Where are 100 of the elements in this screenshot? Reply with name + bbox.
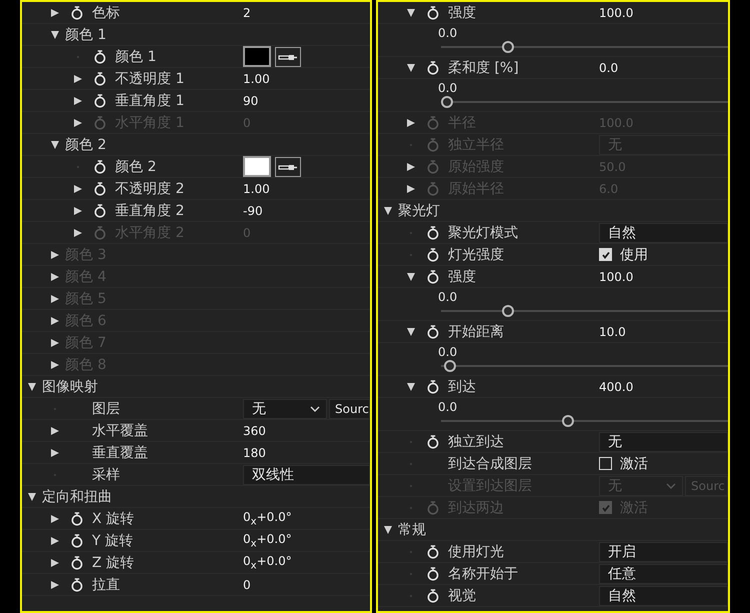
property-value[interactable]: 90 xyxy=(243,94,258,108)
stopwatch-icon[interactable] xyxy=(71,534,83,548)
disclosure-triangle-icon[interactable] xyxy=(407,272,415,280)
stopwatch-icon[interactable] xyxy=(71,512,83,526)
property-value[interactable]: 1.00 xyxy=(243,182,270,196)
eyedropper-icon[interactable] xyxy=(275,156,301,176)
stopwatch-icon[interactable] xyxy=(427,6,439,20)
property-label: Y 旋转 xyxy=(92,532,134,550)
stopwatch-icon[interactable] xyxy=(427,226,439,240)
property-label: 水平覆盖 xyxy=(92,422,148,440)
eyedropper-icon[interactable] xyxy=(275,46,301,66)
stopwatch-icon[interactable] xyxy=(427,270,439,284)
dropdown[interactable]: 开启 xyxy=(599,542,728,562)
dropdown[interactable]: 自然 xyxy=(599,586,728,606)
source-dropdown[interactable]: Sourc xyxy=(329,398,370,418)
stopwatch-icon[interactable] xyxy=(427,324,439,338)
stopwatch-icon[interactable] xyxy=(94,182,106,196)
stopwatch-icon[interactable] xyxy=(71,556,83,570)
disclosure-triangle-icon[interactable] xyxy=(51,558,59,566)
property-value[interactable]: 0$_{x}$+0.0° xyxy=(243,510,292,528)
property-label: 垂直覆盖 xyxy=(92,444,148,462)
disclosure-triangle-icon[interactable] xyxy=(407,382,415,390)
property-value[interactable]: 0.0 xyxy=(599,60,618,74)
slider-thumb[interactable] xyxy=(502,41,514,53)
stopwatch-icon[interactable] xyxy=(94,50,106,64)
group-label: 定向和扭曲 xyxy=(42,488,112,506)
disclosure-triangle-icon[interactable] xyxy=(74,184,82,192)
stopwatch-icon[interactable] xyxy=(427,566,439,580)
stopwatch-icon[interactable] xyxy=(427,248,439,262)
stopwatch-icon[interactable] xyxy=(427,588,439,602)
property-label: 聚光灯模式 xyxy=(448,224,518,242)
stopwatch-icon[interactable] xyxy=(94,160,106,174)
property-value[interactable]: 0 xyxy=(243,578,251,592)
disclosure-triangle-icon[interactable] xyxy=(407,8,415,16)
disclosure-triangle-icon[interactable] xyxy=(28,382,36,390)
dropdown[interactable]: 无 xyxy=(599,432,728,452)
property-value[interactable]: 180 xyxy=(243,446,266,460)
property-label: 视觉 xyxy=(448,586,476,604)
disclosure-triangle-icon[interactable] xyxy=(51,536,59,544)
property-label: 使用灯光 xyxy=(448,542,504,560)
disclosure-triangle-icon[interactable] xyxy=(74,206,82,214)
disclosure-triangle-icon[interactable] xyxy=(384,206,392,214)
disclosure-triangle-icon[interactable] xyxy=(51,580,59,588)
disclosure-triangle-icon[interactable] xyxy=(51,514,59,522)
stopwatch-icon[interactable] xyxy=(94,72,106,86)
property-label: 名称开始于 xyxy=(448,564,518,582)
slider-min-value: 0.0 xyxy=(438,400,458,414)
group-label: 颜色 2 xyxy=(65,136,106,154)
dropdown[interactable]: 双线性 xyxy=(243,464,370,484)
property-value[interactable]: 360 xyxy=(243,424,266,438)
stopwatch-icon[interactable] xyxy=(94,94,106,108)
slider-min-value: 0.0 xyxy=(438,345,458,359)
slider-thumb[interactable] xyxy=(562,415,574,427)
property-value[interactable]: 400.0 xyxy=(599,380,634,394)
property-value[interactable]: 2 xyxy=(243,6,251,20)
disclosure-triangle-icon[interactable] xyxy=(384,526,392,534)
stopwatch-icon[interactable] xyxy=(427,434,439,448)
property-label: 不透明度 1 xyxy=(115,70,184,88)
chevron-down-icon xyxy=(310,406,320,412)
color-swatch[interactable] xyxy=(243,46,271,67)
stopwatch-icon[interactable] xyxy=(427,380,439,394)
slider-track[interactable] xyxy=(441,96,728,108)
disclosure-triangle-icon[interactable] xyxy=(407,64,415,72)
property-label: 拉直 xyxy=(92,576,120,594)
property-label: 柔和度 [%] xyxy=(448,58,519,76)
slider-thumb[interactable] xyxy=(502,305,514,317)
disclosure-triangle-icon[interactable] xyxy=(28,492,36,500)
property-value[interactable]: 1.00 xyxy=(243,72,270,86)
stopwatch-icon[interactable] xyxy=(427,544,439,558)
property-label: 垂直角度 2 xyxy=(115,202,184,220)
stopwatch-icon[interactable] xyxy=(71,578,83,592)
stopwatch-icon[interactable] xyxy=(94,204,106,218)
slider-thumb[interactable] xyxy=(444,360,456,372)
property-label: 独立到达 xyxy=(448,432,504,450)
property-value[interactable]: 10.0 xyxy=(599,324,626,338)
stopwatch-icon[interactable] xyxy=(427,60,439,74)
color-swatch[interactable] xyxy=(243,156,271,177)
disclosure-triangle-icon[interactable] xyxy=(51,30,59,38)
slider-min-value: 0.0 xyxy=(438,290,458,304)
disclosure-triangle-icon[interactable] xyxy=(74,74,82,82)
property-label: 垂直角度 1 xyxy=(115,92,184,110)
property-label: 强度 xyxy=(448,4,476,22)
stopwatch-icon[interactable] xyxy=(71,6,83,20)
property-label: 颜色 1 xyxy=(115,48,156,66)
property-value[interactable]: 0$_{x}$+0.0° xyxy=(243,532,292,550)
disclosure-triangle-icon[interactable] xyxy=(51,426,59,434)
disclosure-triangle-icon[interactable] xyxy=(51,448,59,456)
layer-dropdown[interactable]: 无 xyxy=(243,398,327,418)
disclosure-triangle-icon[interactable] xyxy=(74,96,82,104)
property-value[interactable]: 100.0 xyxy=(599,6,634,20)
slider-thumb[interactable] xyxy=(441,96,453,108)
property-value[interactable]: -90 xyxy=(243,204,263,218)
dropdown[interactable]: 自然 xyxy=(599,222,728,242)
property-value[interactable]: 0$_{x}$+0.0° xyxy=(243,554,292,572)
dropdown[interactable]: 任意 xyxy=(599,564,728,584)
property-label: Z 旋转 xyxy=(92,554,134,572)
disclosure-triangle-icon[interactable] xyxy=(51,8,59,16)
disclosure-triangle-icon[interactable] xyxy=(407,328,415,336)
disclosure-triangle-icon[interactable] xyxy=(51,140,59,148)
property-value[interactable]: 100.0 xyxy=(599,270,634,284)
